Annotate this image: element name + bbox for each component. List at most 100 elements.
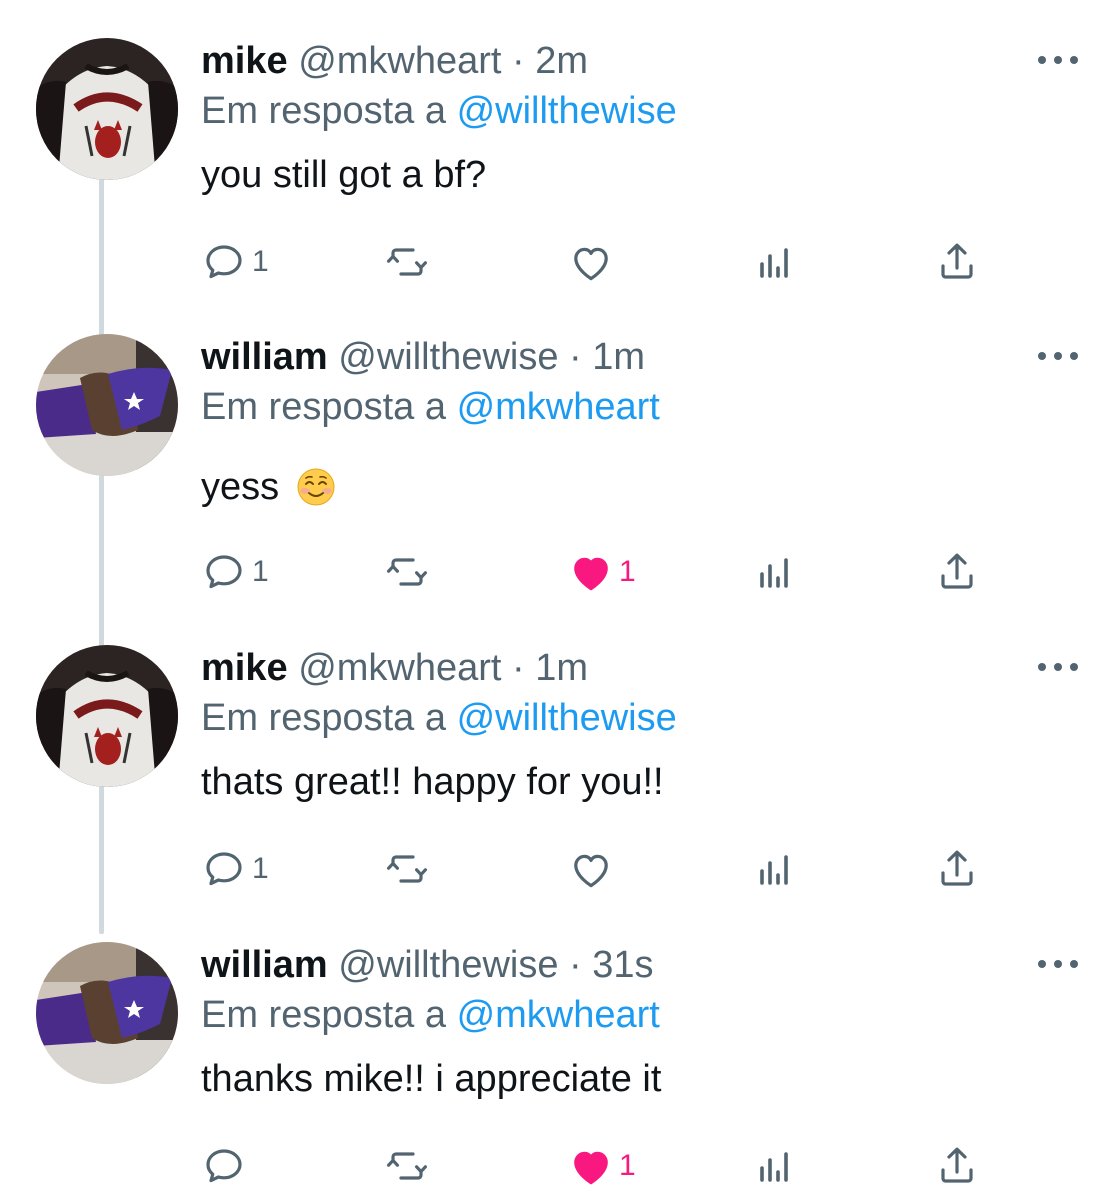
like-count: 1	[619, 555, 636, 588]
avatar[interactable]	[36, 942, 178, 1084]
timestamp[interactable]: 2m	[535, 40, 588, 82]
hellfire-shirt-avatar-image	[36, 645, 178, 787]
hellfire-shirt-avatar-image	[36, 38, 178, 180]
display-name[interactable]: william	[201, 944, 328, 986]
share-button[interactable]	[933, 542, 981, 602]
reply-prefix: Em resposta a	[201, 697, 446, 739]
tweet-header: mike @mkwheart · 2m	[201, 38, 588, 84]
tweet-text: yess	[201, 464, 336, 510]
retweet-icon	[387, 1152, 427, 1180]
analytics-button[interactable]	[750, 542, 798, 602]
avatar[interactable]	[36, 334, 178, 476]
like-button[interactable]	[567, 839, 619, 899]
avatar[interactable]	[36, 38, 178, 180]
analytics-icon	[760, 855, 788, 885]
reply-button[interactable]: 1	[200, 232, 269, 292]
analytics-button[interactable]	[750, 839, 798, 899]
more-options-button[interactable]	[1038, 657, 1078, 677]
reply-mention-link[interactable]: @mkwheart	[457, 386, 660, 428]
reply-prefix: Em resposta a	[201, 994, 446, 1036]
tweet-header: william @willthewise · 31s	[201, 942, 654, 988]
timestamp[interactable]: 1m	[535, 647, 588, 689]
reply-mention-link[interactable]: @willthewise	[457, 90, 677, 132]
avatar[interactable]	[36, 645, 178, 787]
reply-count: 1	[252, 852, 269, 885]
timestamp[interactable]: 31s	[592, 944, 653, 986]
reply-context: Em resposta a @mkwheart	[201, 384, 660, 430]
like-button[interactable]	[567, 232, 619, 292]
wizard-hat-avatar-image	[36, 942, 178, 1084]
tweet-text-body: yess	[201, 466, 280, 508]
retweet-icon	[387, 248, 427, 276]
more-icon-dot	[1070, 56, 1078, 64]
reply-button[interactable]: 1	[200, 839, 269, 899]
action-bar: 1	[200, 1136, 1100, 1196]
reply-count: 1	[252, 555, 269, 588]
share-icon	[941, 243, 973, 279]
wizard-hat-avatar-image	[36, 334, 178, 476]
display-name[interactable]: mike	[201, 40, 288, 82]
share-button[interactable]	[933, 232, 981, 292]
analytics-button[interactable]	[750, 1136, 798, 1196]
analytics-icon	[760, 1152, 788, 1182]
display-name[interactable]: mike	[201, 647, 288, 689]
tweet[interactable]: william @willthewise · 31s Em resposta a…	[0, 904, 1118, 1200]
separator-dot: ·	[569, 336, 582, 378]
user-handle[interactable]: @willthewise	[338, 336, 558, 378]
display-name[interactable]: william	[201, 336, 328, 378]
heart-icon	[574, 854, 608, 888]
reply-context: Em resposta a @willthewise	[201, 695, 677, 741]
share-icon	[941, 850, 973, 886]
reply-prefix: Em resposta a	[201, 90, 446, 132]
heart-icon	[574, 247, 608, 281]
retweet-button[interactable]	[383, 1136, 435, 1196]
reply-mention-link[interactable]: @willthewise	[457, 697, 677, 739]
more-icon-dot	[1038, 960, 1046, 968]
reply-count: 1	[252, 245, 269, 278]
like-button[interactable]: 1	[567, 1136, 636, 1196]
reply-button[interactable]	[200, 1136, 252, 1196]
more-icon-dot	[1070, 663, 1078, 671]
share-icon	[941, 1147, 973, 1183]
separator-dot: ·	[512, 647, 525, 689]
more-options-button[interactable]	[1038, 50, 1078, 70]
retweet-button[interactable]	[383, 542, 435, 602]
tweet[interactable]: mike @mkwheart · 1m Em resposta a @willt…	[0, 607, 1118, 903]
reply-prefix: Em resposta a	[201, 386, 446, 428]
tweet-header: mike @mkwheart · 1m	[201, 645, 588, 691]
tweet-text-body: thats great!! happy for you!!	[201, 761, 664, 803]
more-icon-dot	[1038, 663, 1046, 671]
more-icon-dot	[1054, 960, 1062, 968]
share-button[interactable]	[933, 839, 981, 899]
share-icon	[941, 553, 973, 589]
user-handle[interactable]: @mkwheart	[298, 647, 501, 689]
tweet-header: william @willthewise · 1m	[201, 334, 645, 380]
retweet-icon	[387, 558, 427, 586]
tweet[interactable]: mike @mkwheart · 2m Em resposta a @willt…	[0, 0, 1118, 296]
tweet[interactable]: william @willthewise · 1m Em resposta a …	[0, 296, 1118, 592]
separator-dot: ·	[569, 944, 582, 986]
more-options-button[interactable]	[1038, 954, 1078, 974]
retweet-button[interactable]	[383, 839, 435, 899]
analytics-icon	[760, 558, 788, 588]
like-count: 1	[619, 1149, 636, 1182]
retweet-button[interactable]	[383, 232, 435, 292]
separator-dot: ·	[512, 40, 525, 82]
analytics-button[interactable]	[750, 232, 798, 292]
user-handle[interactable]: @willthewise	[338, 944, 558, 986]
reply-button[interactable]: 1	[200, 542, 269, 602]
reply-icon	[206, 245, 242, 279]
more-options-button[interactable]	[1038, 346, 1078, 366]
more-icon-dot	[1070, 352, 1078, 360]
action-bar: 1	[200, 232, 1100, 292]
like-button[interactable]: 1	[567, 542, 636, 602]
reply-context: Em resposta a @willthewise	[201, 88, 677, 134]
more-icon-dot	[1038, 352, 1046, 360]
reply-mention-link[interactable]: @mkwheart	[457, 994, 660, 1036]
analytics-icon	[760, 248, 788, 278]
user-handle[interactable]: @mkwheart	[298, 40, 501, 82]
more-icon-dot	[1038, 56, 1046, 64]
timestamp[interactable]: 1m	[592, 336, 645, 378]
share-button[interactable]	[933, 1136, 981, 1196]
more-icon-dot	[1054, 352, 1062, 360]
